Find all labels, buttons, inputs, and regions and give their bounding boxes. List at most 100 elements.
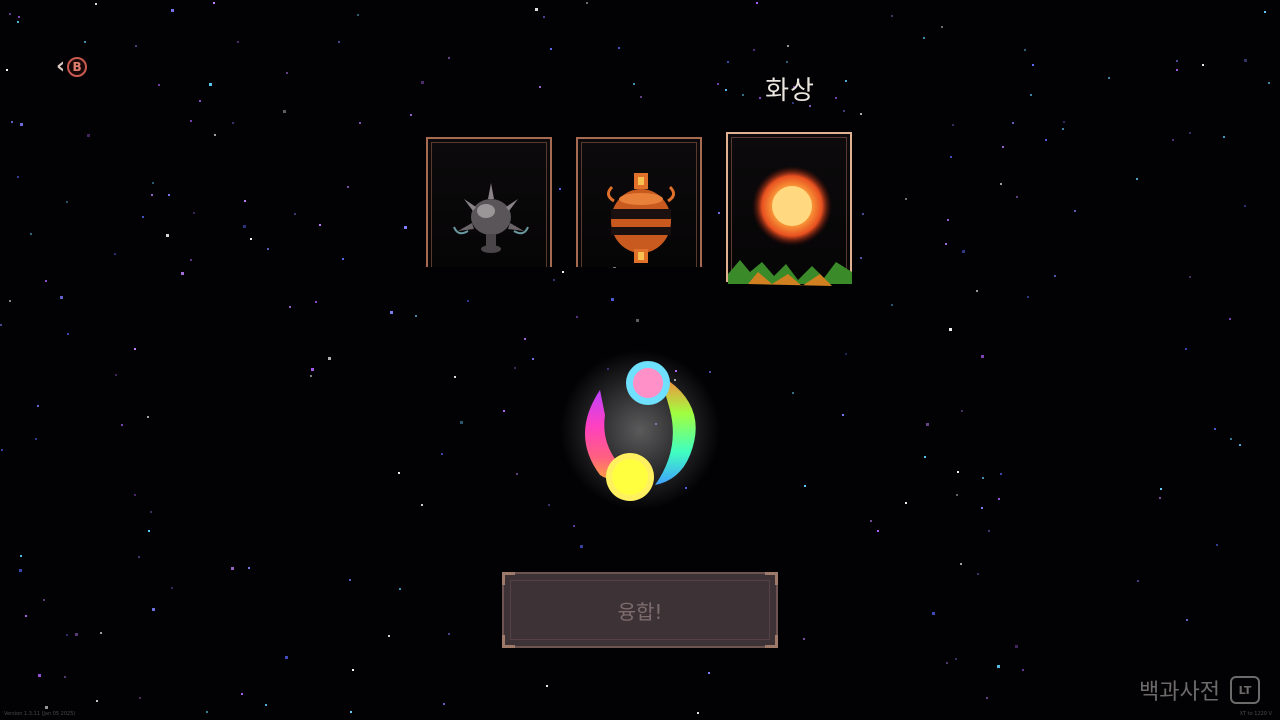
card-fireball[interactable] (726, 132, 852, 286)
star (64, 676, 66, 678)
star (214, 134, 216, 136)
star (945, 243, 947, 245)
star (289, 306, 291, 308)
star (546, 685, 548, 687)
star (467, 300, 469, 302)
star (342, 258, 344, 260)
star (1159, 497, 1161, 499)
star (20, 123, 23, 126)
star (1230, 438, 1232, 440)
star (285, 656, 288, 659)
star (949, 328, 952, 331)
star (1137, 580, 1139, 582)
star (213, 2, 215, 4)
star (860, 113, 862, 115)
star (415, 315, 417, 317)
star (1239, 444, 1241, 446)
star (516, 473, 518, 475)
star (38, 674, 41, 677)
star (1022, 669, 1024, 671)
star (792, 392, 794, 394)
star (448, 633, 450, 635)
star (18, 16, 20, 18)
star (67, 333, 69, 335)
star (1016, 196, 1018, 198)
star (946, 662, 948, 664)
corner-ornament (765, 635, 778, 648)
star (209, 83, 212, 86)
star (1244, 205, 1246, 207)
star (532, 358, 534, 360)
star (952, 124, 954, 126)
star (152, 182, 154, 184)
build-text: XT to 1220 V (1239, 711, 1272, 717)
star (956, 494, 958, 496)
star (576, 316, 578, 318)
star (586, 2, 588, 4)
star (328, 357, 331, 360)
back-button[interactable]: ‹ B (56, 54, 100, 80)
star (1244, 59, 1247, 62)
star (19, 569, 22, 572)
star (448, 57, 450, 59)
star (1229, 318, 1231, 320)
star (250, 238, 252, 240)
star (947, 219, 949, 221)
star (357, 14, 359, 16)
corner-ornament (502, 572, 515, 585)
star (1012, 122, 1014, 124)
star (193, 212, 195, 214)
star (237, 41, 239, 43)
card-urn[interactable] (576, 137, 702, 267)
star (1172, 139, 1174, 141)
star (877, 530, 879, 532)
star (9, 13, 11, 15)
star (399, 588, 401, 590)
star (580, 545, 583, 548)
star (1189, 132, 1191, 134)
star (151, 194, 153, 196)
star (1214, 428, 1216, 430)
star (35, 438, 37, 440)
star (311, 368, 314, 371)
star (640, 96, 642, 98)
star (199, 100, 201, 102)
fireball-icon (728, 166, 852, 286)
star (20, 555, 22, 557)
fusion-orb-icon (560, 350, 720, 510)
fuse-button[interactable]: 융합! (502, 572, 778, 648)
star (96, 700, 98, 702)
star (727, 61, 729, 63)
star (142, 216, 144, 218)
dictionary-button[interactable]: 백과사전 LT (1139, 674, 1260, 706)
star (75, 633, 78, 636)
star (553, 279, 555, 281)
card-spiked-orb[interactable] (426, 137, 552, 267)
star (319, 224, 321, 226)
star (1202, 64, 1204, 66)
star (241, 693, 243, 695)
star (981, 507, 983, 509)
star (6, 69, 8, 71)
star (349, 579, 351, 581)
star (753, 49, 755, 51)
star (168, 194, 170, 196)
star (66, 634, 68, 636)
star (756, 2, 758, 4)
star (1062, 128, 1064, 130)
star (11, 121, 13, 123)
star (350, 711, 352, 713)
selected-card-title: 화상 (765, 76, 815, 106)
star (248, 567, 250, 569)
star (398, 472, 400, 474)
star (100, 632, 102, 634)
star (232, 122, 234, 124)
star (982, 477, 984, 479)
star (961, 410, 963, 412)
star (410, 114, 412, 116)
star (139, 697, 141, 699)
star (60, 296, 63, 299)
star (1176, 69, 1178, 71)
star (352, 669, 354, 671)
star (786, 61, 788, 63)
